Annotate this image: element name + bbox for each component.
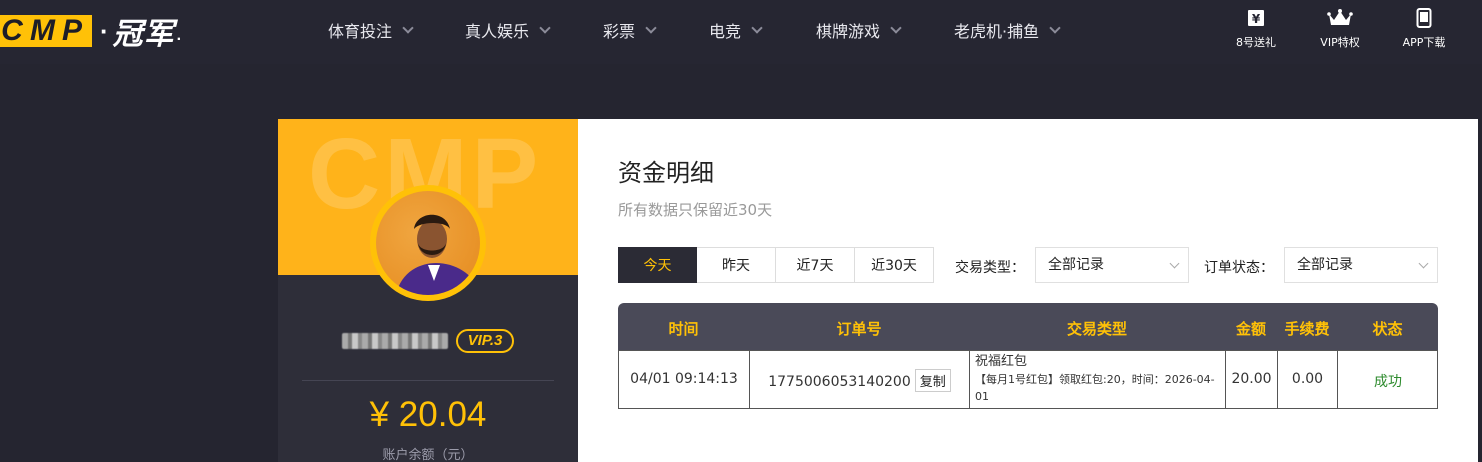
- logo-letters: C M P: [0, 15, 92, 47]
- nav-label: 真人娱乐: [465, 22, 530, 41]
- chevron-down-icon: [1169, 258, 1180, 269]
- nav-item-slots-fishing[interactable]: 老虎机·捕鱼: [954, 0, 1061, 60]
- copy-button[interactable]: 复制: [914, 369, 951, 392]
- avatar[interactable]: [370, 185, 486, 301]
- order-status-select[interactable]: 全部记录: [1284, 247, 1438, 283]
- column-divider: [969, 351, 970, 408]
- avatar-image: [376, 191, 480, 295]
- cell-amount: 20.00: [1231, 371, 1272, 387]
- cell-time: 04/01 09:14:13: [630, 371, 738, 387]
- header-fee: 手续费: [1284, 320, 1330, 338]
- tab-last-30-days[interactable]: 近30天: [855, 247, 934, 283]
- nav-label: 老虎机·捕鱼: [954, 22, 1040, 41]
- transaction-type-detail: 【每月1号红包】领取红包:20，时间：2026-04-01: [975, 373, 1215, 403]
- nav-item-live-casino[interactable]: 真人娱乐: [465, 0, 551, 60]
- transaction-type-select[interactable]: 全部记录: [1035, 247, 1189, 283]
- nav-item-card-games[interactable]: 棋牌游戏: [816, 0, 902, 60]
- cell-order-no: 1775006053140200 复制: [750, 369, 969, 392]
- cmp-logo[interactable]: C M P · 冠军 .: [0, 14, 182, 52]
- gift-day-link[interactable]: ¥ 8号送礼: [1221, 8, 1291, 50]
- player-portrait-icon: [396, 214, 480, 295]
- cell-transaction-type: 祝福红包 【每月1号红包】领取红包:20，时间：2026-04-01: [975, 353, 1221, 405]
- order-status-label: 订单状态：: [1204, 260, 1274, 276]
- transaction-type-label: 交易类型：: [955, 260, 1025, 276]
- order-number: 1775006053140200: [768, 374, 911, 390]
- page-subtitle: 所有数据只保留近30天: [618, 201, 773, 219]
- tab-last-7-days[interactable]: 近7天: [776, 247, 855, 283]
- gift-day-label: 8号送礼: [1236, 36, 1276, 49]
- page-title: 资金明细: [618, 159, 714, 187]
- username-blurred: [342, 333, 448, 349]
- chevron-down-icon: [1418, 258, 1429, 269]
- logo-dot: ·: [100, 15, 109, 46]
- top-nav-bar: C M P · 冠军 . 体育投注 真人娱乐 彩票 电竞 棋牌游戏 老虎机·捕鱼…: [0, 0, 1482, 64]
- nav-label: 彩票: [603, 22, 636, 41]
- crown-icon: [1327, 9, 1353, 25]
- chevron-down-icon: [402, 22, 414, 34]
- logo-letter: P: [61, 14, 88, 47]
- transaction-type-value: 全部记录: [1048, 257, 1104, 273]
- header-amount: 金额: [1235, 320, 1266, 338]
- tab-today[interactable]: 今天: [618, 247, 697, 283]
- logo-letter: C: [1, 14, 29, 47]
- account-balance: ¥ 20.04: [369, 395, 487, 434]
- app-download-label: APP下载: [1402, 36, 1446, 49]
- chevron-down-icon: [539, 22, 551, 34]
- chevron-down-icon: [1049, 22, 1061, 34]
- phone-icon: [1416, 8, 1432, 28]
- account-balance-label: 账户余额（元）: [382, 448, 474, 462]
- logo-letter: M: [30, 14, 61, 47]
- cell-status: 成功: [1374, 374, 1402, 390]
- nav-label: 体育投注: [328, 22, 393, 41]
- order-status-value: 全部记录: [1297, 257, 1353, 273]
- transaction-type-title: 祝福红包: [975, 354, 1028, 369]
- header-time: 时间: [668, 320, 699, 338]
- chevron-down-icon: [751, 22, 763, 34]
- nav-item-lottery[interactable]: 彩票: [603, 0, 657, 60]
- header-order-no: 订单号: [836, 320, 882, 338]
- header-status: 状态: [1372, 320, 1403, 338]
- vip-level-badge[interactable]: VIP.3: [456, 329, 514, 353]
- header-transaction-type: 交易类型: [1066, 320, 1127, 338]
- cell-fee: 0.00: [1291, 371, 1324, 387]
- app-download-link[interactable]: APP下载: [1389, 8, 1459, 50]
- vip-privileges-link[interactable]: VIP特权: [1305, 8, 1375, 50]
- nav-label: 棋牌游戏: [816, 22, 881, 41]
- profile-divider: [302, 380, 554, 381]
- chevron-down-icon: [645, 22, 657, 34]
- table-row: 04/01 09:14:13 1775006053140200 复制 祝福红包 【…: [618, 350, 1438, 409]
- logo-chinese: 冠军: [112, 17, 175, 52]
- fund-details-panel: 资金明细 所有数据只保留近30天 今天 昨天 近7天 近30天 交易类型： 全部…: [578, 119, 1478, 462]
- vip-privileges-label: VIP特权: [1320, 36, 1360, 49]
- nav-item-sports[interactable]: 体育投注: [328, 0, 414, 60]
- profile-card: CMP VIP.3 ¥ 20.04 账户余额（元）: [278, 119, 578, 462]
- gift-ticket-icon: ¥: [1248, 10, 1264, 26]
- table-header: 时间 订单号 交易类型 金额 手续费 状态: [618, 303, 1438, 350]
- nav-label: 电竞: [709, 22, 742, 41]
- tab-yesterday[interactable]: 昨天: [697, 247, 776, 283]
- nav-item-esports[interactable]: 电竞: [709, 0, 763, 60]
- svg-text:¥: ¥: [1252, 12, 1261, 26]
- logo-tail: .: [176, 27, 182, 44]
- date-range-tabs: 今天 昨天 近7天 近30天: [618, 247, 934, 283]
- chevron-down-icon: [890, 22, 902, 34]
